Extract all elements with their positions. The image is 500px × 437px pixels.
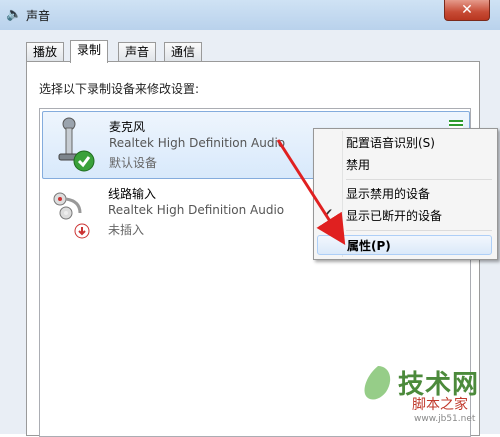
window-title: 声音 — [26, 9, 51, 23]
context-menu: 配置语音识别(S) 禁用 显示禁用的设备 ✔ 显示已断开的设备 属性(P) — [313, 128, 498, 260]
tab-recording[interactable]: 录制 — [70, 40, 109, 63]
device-name: 线路输入 — [108, 187, 157, 201]
green-check-icon — [73, 150, 95, 172]
watermark-text-jb: 脚本之家 — [412, 397, 468, 413]
device-driver: Realtek High Definition Audio — [109, 136, 286, 150]
tab-sounds[interactable]: 声音 — [118, 42, 157, 62]
tab-playback[interactable]: 播放 — [26, 42, 65, 62]
menu-separator — [346, 179, 492, 180]
menu-item-disable[interactable]: 禁用 — [346, 155, 494, 175]
watermark: 技术网 脚本之家 www.jb51.net — [358, 358, 498, 432]
title-bar: 🔈 声音 ✕ — [0, 0, 500, 31]
instruction-text: 选择以下录制设备来修改设置: — [39, 82, 200, 96]
menu-item-show-disabled[interactable]: 显示禁用的设备 — [346, 184, 494, 204]
device-driver: Realtek High Definition Audio — [108, 203, 285, 217]
menu-separator — [346, 230, 492, 231]
menu-item-properties[interactable]: 属性(P) — [317, 235, 492, 255]
watermark-url: www.jb51.net — [414, 414, 476, 424]
menu-item-show-disconnected[interactable]: 显示已断开的设备 — [346, 206, 494, 226]
close-button[interactable]: ✕ — [444, 0, 490, 21]
device-status: 未插入 — [108, 223, 145, 237]
device-status: 默认设备 — [109, 156, 158, 170]
check-mark-icon: ✔ — [323, 206, 334, 220]
tab-communications[interactable]: 通信 — [164, 42, 203, 62]
red-down-arrow-icon — [74, 223, 90, 239]
menu-item-configure-speech[interactable]: 配置语音识别(S) — [346, 133, 494, 153]
device-name: 麦克风 — [109, 120, 146, 134]
speaker-icon: 🔈 — [6, 7, 23, 22]
watermark-logo-icon — [364, 366, 391, 400]
